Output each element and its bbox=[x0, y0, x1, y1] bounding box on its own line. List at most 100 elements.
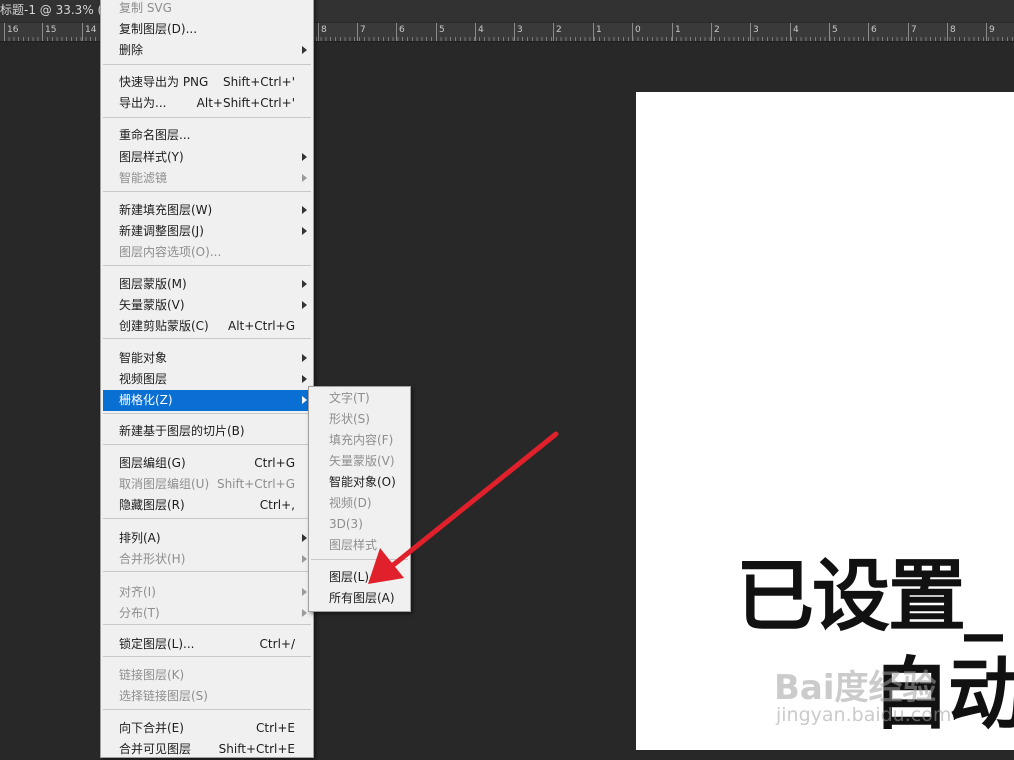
menu-item-label: 形状(S) bbox=[329, 412, 370, 426]
menu-separator bbox=[311, 559, 408, 560]
layer-menu-item[interactable]: 栅格化(Z) bbox=[103, 390, 311, 411]
menu-item-label: 重命名图层... bbox=[119, 128, 191, 142]
layer-menu-item[interactable]: 新建基于图层的切片(B) bbox=[103, 421, 311, 442]
ruler-label: 0 bbox=[635, 25, 641, 35]
submenu-arrow-icon bbox=[302, 375, 307, 383]
ruler-label: 6 bbox=[399, 25, 405, 35]
menu-item-label: 智能对象 bbox=[119, 351, 168, 365]
ruler-tick bbox=[396, 23, 397, 41]
ruler-label: 3 bbox=[517, 25, 523, 35]
menu-separator bbox=[103, 191, 311, 192]
menu-separator bbox=[103, 265, 311, 266]
canvas-text-line-1: 已设置_ bbox=[736, 552, 1003, 642]
ruler-tick bbox=[868, 23, 869, 41]
rasterize-submenu-item[interactable]: 智能对象(O) bbox=[311, 472, 408, 493]
layer-menu-item: 选择链接图层(S) bbox=[103, 686, 311, 707]
submenu-arrow-icon bbox=[302, 206, 307, 214]
ruler-tick bbox=[750, 23, 751, 41]
menu-item-shortcut: Alt+Ctrl+G bbox=[227, 319, 295, 333]
canvas-text-line-2: 自动 bbox=[872, 650, 1014, 740]
menu-item-label: 分布(T) bbox=[119, 606, 160, 620]
menu-separator bbox=[103, 624, 311, 625]
layer-menu-item[interactable]: 矢量蒙版(V) bbox=[103, 295, 311, 316]
ruler-label: 14 bbox=[85, 25, 97, 35]
ruler-tick bbox=[947, 23, 948, 41]
ruler-label: 4 bbox=[478, 25, 484, 35]
layer-menu-item[interactable]: 快速导出为 PNG Shift+Ctrl+' bbox=[103, 72, 311, 93]
ruler-label: 16 bbox=[7, 25, 19, 35]
menu-item-label: 栅格化(Z) bbox=[119, 393, 173, 407]
layer-menu-item[interactable]: 新建填充图层(W) bbox=[103, 200, 311, 221]
document-canvas[interactable]: 已设置_ 自动 bbox=[636, 92, 1014, 750]
rasterize-submenu-item: 形状(S) bbox=[311, 409, 408, 430]
layer-menu-item[interactable]: 图层样式(Y) bbox=[103, 147, 311, 168]
layer-menu-item[interactable]: 导出为... Alt+Shift+Ctrl+' bbox=[103, 93, 311, 114]
menu-separator bbox=[103, 64, 311, 65]
ruler-label: 5 bbox=[832, 25, 838, 35]
layer-menu-item[interactable]: 删除 bbox=[103, 40, 311, 61]
layer-menu-item: 智能滤镜 bbox=[103, 168, 311, 189]
rasterize-submenu-item: 图层样式 bbox=[311, 535, 408, 556]
rasterize-submenu: 文字(T) 形状(S) 填充内容(F) 矢量蒙版(V) 智能对象(O) 视频(D) 3D(3… bbox=[308, 386, 411, 612]
ruler-label: 8 bbox=[950, 25, 956, 35]
menu-item-label: 视频图层 bbox=[119, 372, 168, 386]
rasterize-submenu-item[interactable]: 所有图层(A) bbox=[311, 588, 408, 609]
layer-menu-item: 取消图层编组(U) Shift+Ctrl+G bbox=[103, 474, 311, 495]
menu-item-label: 新建调整图层(J) bbox=[119, 224, 204, 238]
ruler-tick bbox=[475, 23, 476, 41]
ruler-tick bbox=[829, 23, 830, 41]
layer-menu-item[interactable]: 新建调整图层(J) bbox=[103, 221, 311, 242]
menu-item-label: 新建填充图层(W) bbox=[119, 203, 213, 217]
ruler-tick bbox=[790, 23, 791, 41]
layer-menu-item: 复制 SVG bbox=[103, 0, 311, 19]
menu-item-shortcut: Shift+Ctrl+' bbox=[222, 75, 295, 89]
ruler-tick bbox=[593, 23, 594, 41]
ruler-label: 1 bbox=[596, 25, 602, 35]
rasterize-submenu-item: 3D(3) bbox=[311, 514, 408, 535]
ruler-label: 2 bbox=[556, 25, 562, 35]
menu-item-label: 图层内容选项(O)... bbox=[119, 245, 222, 259]
ruler-tick bbox=[632, 23, 633, 41]
rasterize-submenu-item[interactable]: 图层(L) bbox=[311, 567, 408, 588]
document-tab-title[interactable]: 标题-1 @ 33.3% (1 bbox=[0, 0, 110, 22]
ruler-label: 5 bbox=[439, 25, 445, 35]
layer-menu-item[interactable]: 复制图层(D)... bbox=[103, 19, 311, 40]
submenu-arrow-icon bbox=[302, 354, 307, 362]
ruler-tick bbox=[908, 23, 909, 41]
menu-item-label: 新建基于图层的切片(B) bbox=[119, 424, 245, 438]
ruler-label: 15 bbox=[45, 25, 57, 35]
menu-item-label: 复制 SVG bbox=[119, 1, 172, 15]
menu-item-shortcut: Ctrl+E bbox=[256, 721, 295, 735]
layer-menu-item[interactable]: 图层蒙版(M) bbox=[103, 274, 311, 295]
submenu-arrow-icon bbox=[302, 227, 307, 235]
ruler-label: 9 bbox=[989, 25, 995, 35]
layer-menu-item[interactable]: 向下合并(E) Ctrl+E bbox=[103, 718, 311, 739]
menu-separator bbox=[103, 709, 311, 710]
ruler-tick bbox=[4, 23, 5, 41]
menu-item-label: 视频(D) bbox=[329, 496, 372, 510]
layer-menu-item[interactable]: 重命名图层... bbox=[103, 125, 311, 146]
layer-menu-item: 图层内容选项(O)... bbox=[103, 242, 311, 263]
submenu-arrow-icon bbox=[302, 301, 307, 309]
rasterize-submenu-item: 视频(D) bbox=[311, 493, 408, 514]
menu-item-label: 图层编组(G) bbox=[119, 456, 186, 470]
menu-separator bbox=[103, 571, 311, 572]
layer-menu-item[interactable]: 视频图层 bbox=[103, 369, 311, 390]
layer-menu-item[interactable]: 隐藏图层(R) Ctrl+, bbox=[103, 495, 311, 516]
menu-item-label: 隐藏图层(R) bbox=[119, 498, 185, 512]
layer-menu-item[interactable]: 排列(A) bbox=[103, 528, 311, 549]
menu-separator bbox=[103, 656, 311, 657]
submenu-arrow-icon bbox=[302, 609, 307, 617]
layer-menu-item[interactable]: 创建剪贴蒙版(C) Alt+Ctrl+G bbox=[103, 316, 311, 337]
layer-menu-item[interactable]: 图层编组(G) Ctrl+G bbox=[103, 453, 311, 474]
ruler-label: 7 bbox=[360, 25, 366, 35]
layer-menu-item[interactable]: 智能对象 bbox=[103, 348, 311, 369]
menu-item-label: 链接图层(K) bbox=[119, 668, 185, 682]
layer-menu-item: 合并形状(H) bbox=[103, 549, 311, 570]
menu-item-label: 删除 bbox=[119, 43, 144, 57]
layer-menu-item[interactable]: 锁定图层(L)... Ctrl+/ bbox=[103, 634, 311, 655]
ruler-label: 2 bbox=[714, 25, 720, 35]
ruler-tick bbox=[357, 23, 358, 41]
ruler-label: 4 bbox=[793, 25, 799, 35]
rasterize-submenu-item: 填充内容(F) bbox=[311, 430, 408, 451]
